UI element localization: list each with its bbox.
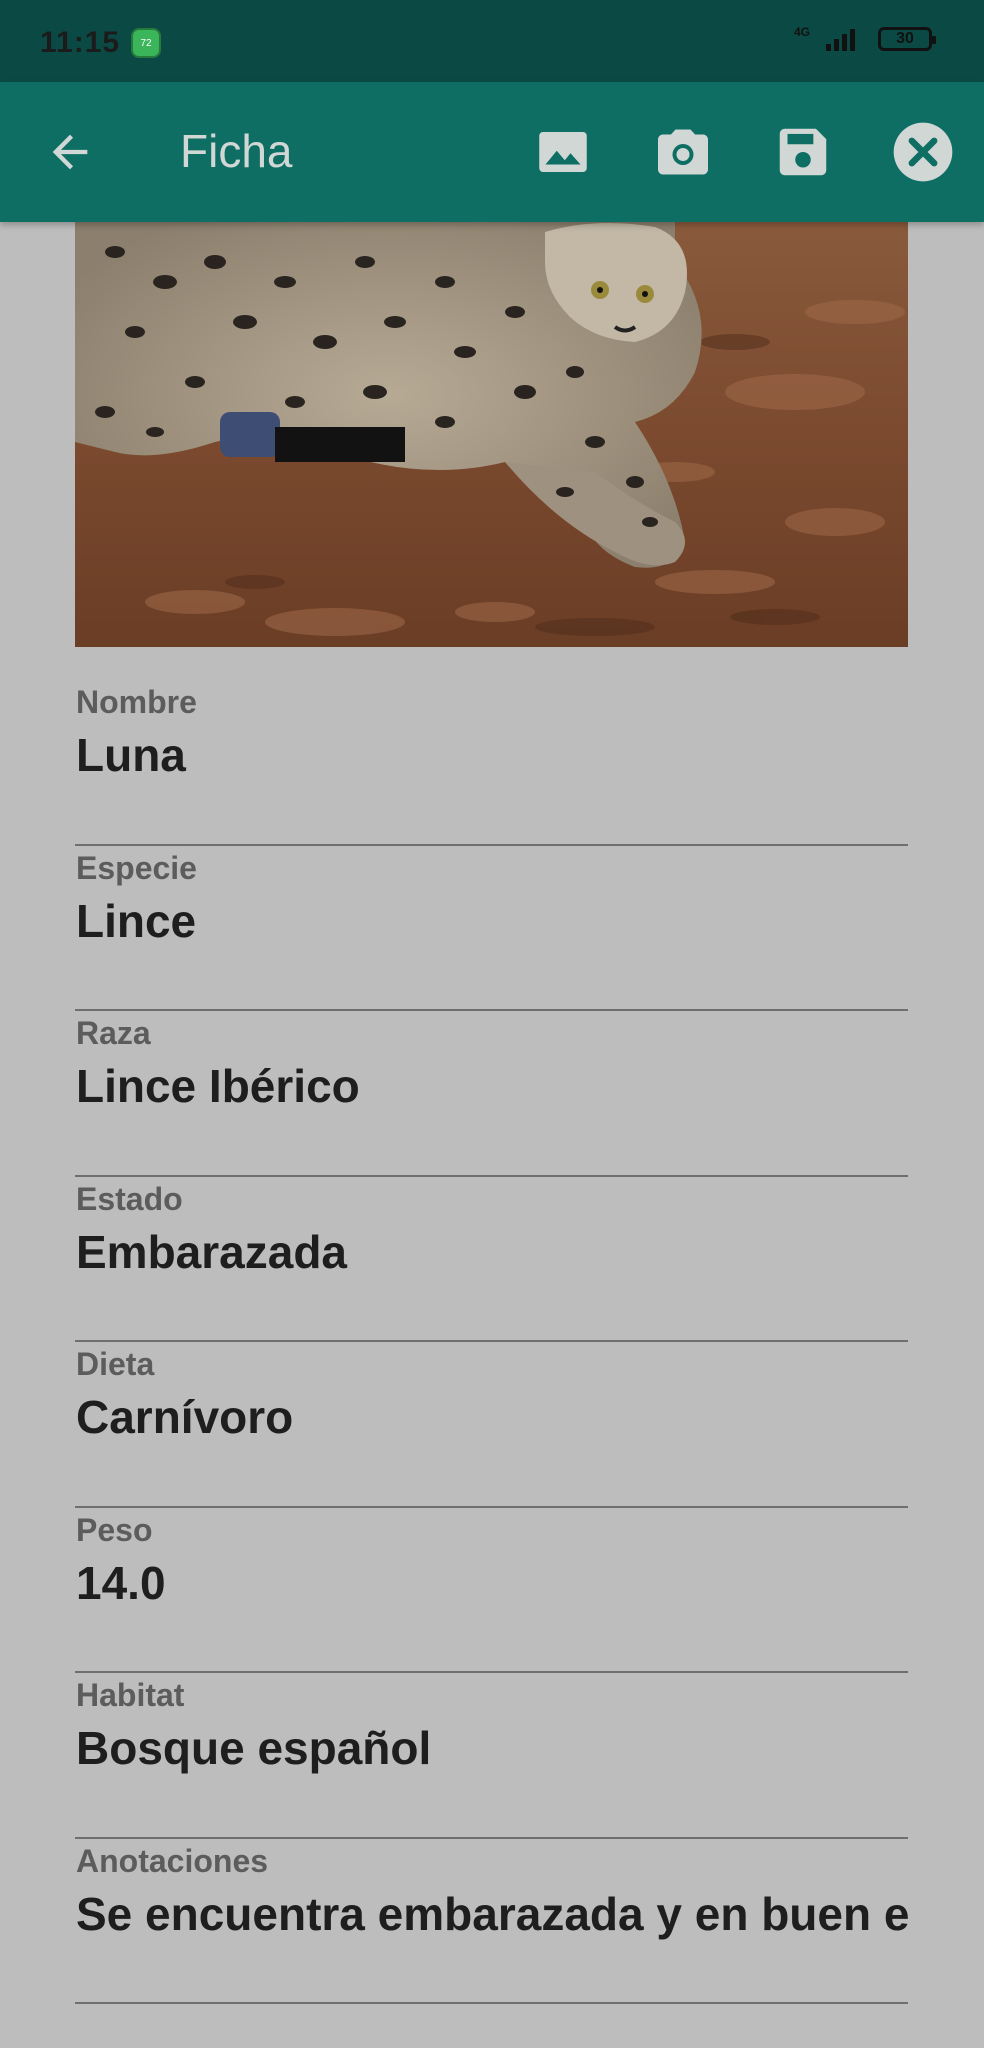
field-estado[interactable]: Estado Embarazada [75,1177,909,1342]
field-value[interactable]: Lince Ibérico [76,1059,909,1113]
arrow-back-icon [52,134,88,170]
network-type: 4G [793,25,810,39]
field-habitat[interactable]: Habitat Bosque español [75,1673,908,1839]
detail-form: Nombre Luna Especie Lince Raza Lince Ibé… [75,680,909,2004]
status-time: 11:15 [40,26,121,59]
field-value[interactable]: Embarazada [76,1225,909,1279]
field-label: Raza [76,1015,151,1051]
back-button[interactable] [44,126,96,178]
field-label: Dieta [76,1346,155,1382]
image-icon [539,132,587,172]
field-label: Nombre [76,684,197,720]
app-bar: Ficha [0,82,984,222]
status-indicators: 4G 30 [793,25,936,52]
battery-level: 30 [896,30,914,47]
field-label: Habitat [76,1677,185,1713]
field-anotaciones[interactable]: Anotaciones Se encuentra embarazada y en… [75,1839,909,2004]
field-peso[interactable]: Peso 14.0 [75,1508,909,1673]
field-label: Especie [76,849,197,886]
field-nombre[interactable]: Nombre Luna [75,680,908,846]
field-value[interactable]: 14.0 [76,1556,909,1610]
animal-photo [75,222,908,647]
field-label: Anotaciones [76,1842,269,1879]
field-value[interactable]: Luna [76,728,909,782]
camera-button[interactable] [651,120,715,184]
status-bar: 11:15 72 4G 30 [0,0,984,82]
field-raza[interactable]: Raza Lince Ibérico [75,1011,908,1177]
field-value[interactable]: Lince [76,894,909,948]
notification-icon: 72 [131,28,161,58]
close-icon [893,122,953,182]
field-dieta[interactable]: Dieta Carnívoro [75,1342,908,1508]
save-button[interactable] [771,120,835,184]
close-button[interactable] [891,120,955,184]
save-icon [779,128,827,176]
field-label: Peso [76,1511,153,1548]
field-value[interactable]: Carnívoro [76,1390,909,1444]
page-title: Ficha [180,125,293,177]
lynx-image [75,222,908,647]
field-label: Estado [76,1180,183,1217]
field-especie[interactable]: Especie Lince [75,846,909,1011]
battery-icon: 30 [878,27,936,51]
signal-icon [826,29,855,51]
field-value[interactable]: Se encuentra embarazada y en buen estado [76,1887,909,1941]
camera-icon [658,129,708,175]
gallery-button[interactable] [531,120,595,184]
field-value[interactable]: Bosque español [76,1721,909,1775]
